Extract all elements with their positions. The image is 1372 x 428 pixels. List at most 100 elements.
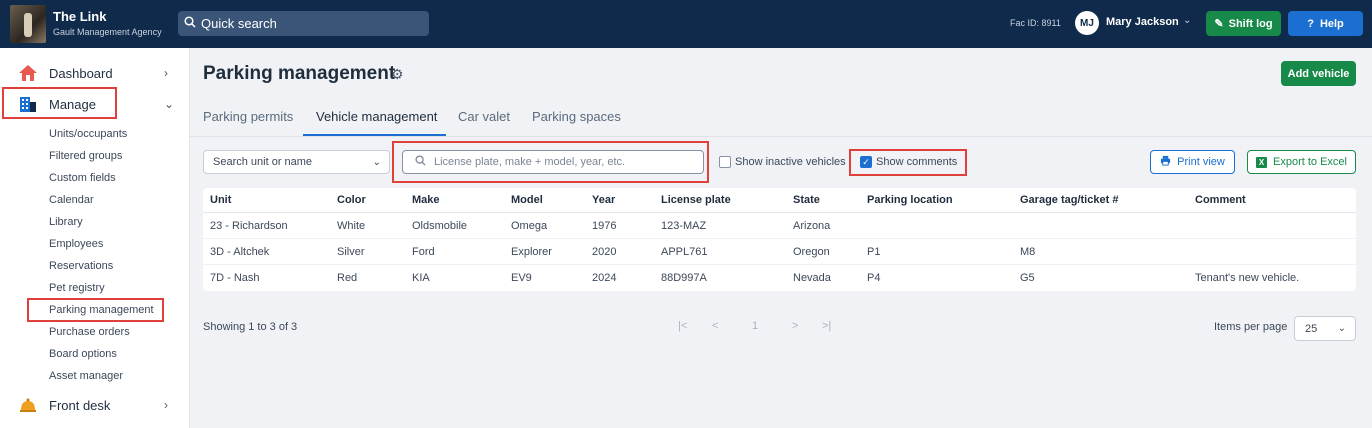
cell-comment: Tenant's new vehicle. xyxy=(1195,272,1300,284)
unit-search-select[interactable]: Search unit or name ⌄ xyxy=(203,150,390,174)
sidebar-subitem-board-options[interactable]: Board options xyxy=(49,348,117,360)
printer-icon xyxy=(1160,155,1171,169)
shift-log-label: Shift log xyxy=(1228,17,1273,30)
items-per-page-select[interactable]: 25 ⌄ xyxy=(1294,316,1356,341)
next-page-button[interactable]: > xyxy=(792,320,798,332)
cell-model: Explorer xyxy=(511,246,552,258)
column-header[interactable]: Garage tag/ticket # xyxy=(1020,194,1118,206)
sidebar-item-dashboard[interactable]: Dashboard › xyxy=(0,59,190,87)
quick-search-input[interactable]: Quick search xyxy=(178,11,429,36)
cell-model: Omega xyxy=(511,220,548,232)
cell-license-plate: 88D997A xyxy=(661,272,707,284)
table-row[interactable]: 7D - Nash Red KIA EV9 2024 88D997A Nevad… xyxy=(203,265,1356,291)
cell-state: Arizona xyxy=(793,220,831,232)
tab-car-valet[interactable]: Car valet xyxy=(458,109,510,124)
column-header[interactable]: State xyxy=(793,194,820,206)
sidebar-subitem-employees[interactable]: Employees xyxy=(49,238,103,250)
top-bar: The Link Gault Management Agency Quick s… xyxy=(0,0,1372,48)
column-header[interactable]: License plate xyxy=(661,194,731,206)
table-header: Unit Color Make Model Year License plate… xyxy=(203,188,1356,213)
last-page-button[interactable]: >| xyxy=(822,320,831,332)
cell-garage-tag: M8 xyxy=(1020,246,1036,258)
tab-parking-spaces[interactable]: Parking spaces xyxy=(532,109,621,124)
sidebar-subitem-units[interactable]: Units/occupants xyxy=(49,128,127,140)
show-inactive-checkbox[interactable] xyxy=(719,156,731,168)
table-row[interactable]: 3D - Altchek Silver Ford Explorer 2020 A… xyxy=(203,239,1356,265)
sidebar-subitem-purchase-orders[interactable]: Purchase orders xyxy=(49,326,130,338)
page-title: Parking management xyxy=(203,63,396,84)
add-vehicle-button[interactable]: Add vehicle xyxy=(1281,61,1356,86)
excel-icon: X xyxy=(1256,156,1267,168)
column-header[interactable]: Parking location xyxy=(867,194,953,206)
cell-make: Ford xyxy=(412,246,435,258)
question-icon: ? xyxy=(1307,17,1314,30)
showing-count: Showing 1 to 3 of 3 xyxy=(203,321,298,333)
column-header[interactable]: Color xyxy=(337,194,366,206)
org-subtitle: Gault Management Agency xyxy=(53,27,162,37)
user-avatar[interactable]: MJ xyxy=(1075,11,1099,35)
chevron-down-icon: ⌄ xyxy=(164,97,175,111)
highlight-box xyxy=(849,149,967,176)
sidebar-subitem-reservations[interactable]: Reservations xyxy=(49,260,113,272)
highlight-box xyxy=(2,87,117,119)
sidebar-item-label: Dashboard xyxy=(49,65,113,81)
cell-model: EV9 xyxy=(511,272,532,284)
cell-state: Oregon xyxy=(793,246,830,258)
sidebar-subitem-library[interactable]: Library xyxy=(49,216,83,228)
sidebar-item-label: Front desk xyxy=(49,397,111,413)
column-header[interactable]: Unit xyxy=(210,194,231,206)
cell-parking-location: P4 xyxy=(867,272,881,284)
column-header[interactable]: Year xyxy=(592,194,615,206)
current-page[interactable]: 1 xyxy=(752,320,758,332)
cell-year: 2024 xyxy=(592,272,617,284)
highlight-box xyxy=(392,141,709,183)
sidebar-item-front-desk[interactable]: Front desk › xyxy=(0,391,190,419)
help-button[interactable]: ? Help xyxy=(1288,11,1363,36)
cell-license-plate: APPL761 xyxy=(661,246,708,258)
shift-log-button[interactable]: ✎ Shift log xyxy=(1206,11,1281,36)
print-view-label: Print view xyxy=(1177,156,1225,168)
cell-parking-location: P1 xyxy=(867,246,881,258)
column-header[interactable]: Comment xyxy=(1195,194,1246,206)
chevron-down-icon: ⌄ xyxy=(372,156,381,168)
org-logo[interactable] xyxy=(10,5,46,43)
export-excel-label: Export to Excel xyxy=(1273,156,1347,168)
cell-unit: 7D - Nash xyxy=(210,272,260,284)
user-name[interactable]: Mary Jackson xyxy=(1106,16,1179,28)
tab-parking-permits[interactable]: Parking permits xyxy=(203,109,293,124)
chevron-right-icon: › xyxy=(164,66,168,80)
home-icon xyxy=(18,63,38,83)
print-view-button[interactable]: Print view xyxy=(1150,150,1235,174)
active-tab-indicator xyxy=(303,134,446,136)
highlight-box xyxy=(27,298,164,322)
sidebar-subitem-asset-manager[interactable]: Asset manager xyxy=(49,370,123,382)
cell-year: 2020 xyxy=(592,246,617,258)
export-excel-button[interactable]: X Export to Excel xyxy=(1247,150,1356,174)
cell-color: White xyxy=(337,220,366,232)
tabs-divider xyxy=(190,136,1372,137)
prev-page-button[interactable]: < xyxy=(712,320,718,332)
column-header[interactable]: Model xyxy=(511,194,543,206)
edit-icon: ✎ xyxy=(1214,18,1224,30)
first-page-button[interactable]: |< xyxy=(678,320,687,332)
bell-icon xyxy=(18,395,38,415)
table-row[interactable]: 23 - Richardson White Oldsmobile Omega 1… xyxy=(203,213,1356,239)
chevron-down-icon[interactable]: ⌄ xyxy=(1183,15,1191,26)
column-header[interactable]: Make xyxy=(412,194,440,206)
sidebar-subitem-filtered-groups[interactable]: Filtered groups xyxy=(49,150,122,162)
cell-unit: 3D - Altchek xyxy=(210,246,270,258)
cell-garage-tag: G5 xyxy=(1020,272,1035,284)
cell-unit: 23 - Richardson xyxy=(210,220,288,232)
search-icon xyxy=(184,16,196,31)
tab-vehicle-management[interactable]: Vehicle management xyxy=(316,109,437,124)
gear-icon[interactable]: ⚙ xyxy=(391,66,404,83)
quick-search-placeholder: Quick search xyxy=(201,16,277,31)
cell-color: Silver xyxy=(337,246,365,258)
unit-select-value: Search unit or name xyxy=(213,156,313,168)
sidebar-subitem-custom-fields[interactable]: Custom fields xyxy=(49,172,116,184)
vehicle-table: Unit Color Make Model Year License plate… xyxy=(203,188,1356,291)
sidebar-subitem-pet-registry[interactable]: Pet registry xyxy=(49,282,105,294)
org-name[interactable]: The Link xyxy=(53,9,106,24)
help-label: Help xyxy=(1319,17,1344,30)
sidebar-subitem-calendar[interactable]: Calendar xyxy=(49,194,94,206)
